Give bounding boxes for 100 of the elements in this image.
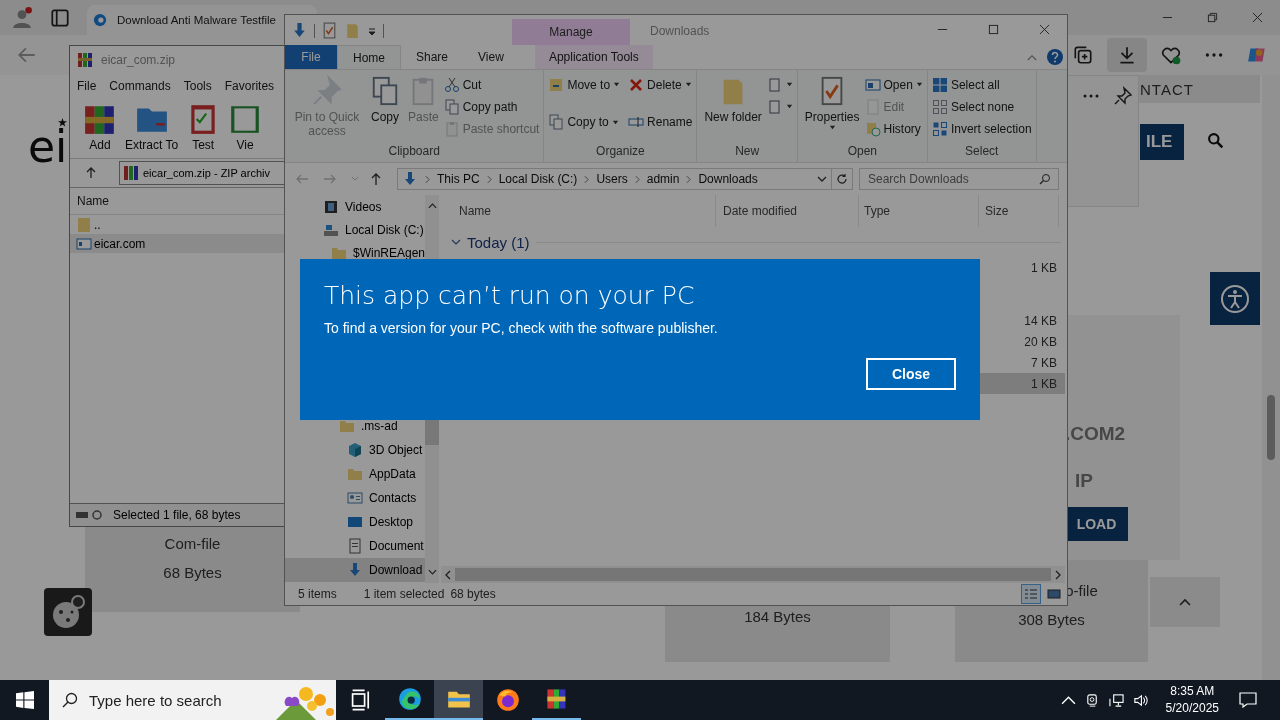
column-header[interactable]: Size	[979, 195, 1059, 227]
column-header[interactable]: Name	[441, 195, 716, 227]
ribbon-button[interactable]: Copy	[367, 73, 403, 144]
scrollbar-thumb[interactable]	[1267, 395, 1275, 460]
taskbar-app[interactable]	[434, 680, 483, 720]
browser-tab[interactable]: Download Anti Malware Testfile	[87, 5, 317, 35]
breadcrumb-item[interactable]: This PC	[437, 172, 480, 186]
group-header[interactable]: Today (1)	[441, 231, 1067, 253]
file-row[interactable]: ..	[70, 215, 284, 234]
ribbon-tab[interactable]: Share	[401, 45, 464, 69]
menu-item[interactable]: Commands	[109, 79, 171, 93]
header-button[interactable]: ILE	[1140, 124, 1184, 160]
dropdown-icon[interactable]	[367, 27, 377, 37]
breadcrumb-item[interactable]: Local Disk (C:)	[498, 172, 578, 186]
menu-item[interactable]: Favorites	[224, 79, 275, 93]
ribbon-button[interactable]: Invert selection	[931, 119, 1032, 138]
edge-icon	[93, 13, 107, 27]
nav-item[interactable]: Contacts	[285, 486, 425, 510]
ribbon-button[interactable]: Cut	[443, 75, 540, 94]
clock[interactable]: 8:35 AM 5/20/2025	[1165, 683, 1219, 717]
collapse-ribbon-icon[interactable]	[1027, 53, 1037, 61]
ribbon-button[interactable]: Copy path	[443, 97, 540, 116]
taskbar-search-field[interactable]: Type here to search	[49, 680, 336, 720]
ribbon-tab[interactable]: View	[463, 45, 519, 69]
path-field[interactable]: eicar_com.zip - ZIP archiv	[119, 161, 284, 185]
cookie-settings-button[interactable]	[44, 588, 92, 636]
address-bar[interactable]: This PC Local Disk (C:) Users admin Downloads	[397, 168, 832, 190]
copy-icon	[548, 114, 565, 130]
ribbon-button[interactable]: Rename	[628, 112, 693, 132]
close-icon[interactable]	[1039, 24, 1050, 35]
ribbon-button[interactable]: New folder	[701, 73, 765, 144]
download-button[interactable]: LOAD	[1065, 507, 1128, 541]
collections-icon[interactable]	[1072, 44, 1094, 66]
ribbon-tab[interactable]: Application Tools	[534, 45, 653, 69]
windows-start-icon[interactable]	[16, 691, 34, 709]
dialog-message: To find a version for your PC, check with the software publisher.	[324, 320, 719, 336]
close-button[interactable]: Close	[866, 358, 956, 390]
toolbar-button[interactable]: Add	[83, 102, 117, 158]
up-arrow-icon[interactable]	[85, 167, 97, 179]
ribbon-button[interactable]: Properties	[801, 73, 863, 144]
downloads-button[interactable]	[1107, 38, 1147, 72]
scrollbar-thumb[interactable]	[455, 568, 1051, 581]
nav-item[interactable]: Download	[285, 558, 425, 582]
breadcrumb-item[interactable]: admin	[646, 172, 680, 186]
properties-icon[interactable]	[321, 22, 338, 39]
maximize-icon[interactable]	[988, 24, 999, 35]
tab-actions-icon[interactable]	[49, 6, 71, 29]
nav-item[interactable]: Desktop	[285, 510, 425, 534]
up-arrow-icon[interactable]	[369, 172, 383, 186]
window-title: eicar_com.zip	[101, 53, 176, 67]
network-icon[interactable]	[1108, 692, 1124, 708]
ribbon-button[interactable]: History	[864, 119, 923, 138]
ribbon-button[interactable]: Copy to	[548, 112, 621, 132]
file-row[interactable]: eicar.com	[70, 234, 284, 253]
toolbar-button[interactable]: Vie	[228, 102, 263, 158]
notifications-icon[interactable]	[1239, 692, 1257, 708]
ribbon-button[interactable]: Open	[864, 75, 923, 94]
scrollbar[interactable]	[1262, 75, 1280, 680]
scrollbar[interactable]	[441, 566, 1065, 583]
dropdown-icon[interactable]	[817, 176, 827, 182]
restore-icon[interactable]	[1207, 12, 1218, 23]
nav-item[interactable]: Local Disk (C:)	[285, 218, 425, 241]
profile-icon[interactable]	[11, 6, 33, 29]
search-icon[interactable]	[1207, 132, 1224, 149]
ribbon-button[interactable]: Select all	[931, 75, 1032, 94]
document-icon	[766, 98, 783, 115]
breadcrumb-item[interactable]: Downloads	[698, 172, 758, 186]
column-header[interactable]: Date modified	[716, 195, 859, 227]
column-header[interactable]: Name	[77, 194, 109, 208]
toolbar-button[interactable]: Extract To	[125, 102, 179, 158]
group-label: Select	[965, 144, 999, 160]
accessibility-button[interactable]	[1210, 272, 1260, 325]
nav-item[interactable]: Videos	[285, 195, 425, 218]
webcam-icon[interactable]	[1084, 692, 1100, 708]
pin-icon[interactable]	[1113, 86, 1133, 106]
help-icon[interactable]	[1047, 49, 1063, 65]
volume-icon[interactable]	[1132, 692, 1148, 708]
search-field[interactable]: Search Downloads	[859, 168, 1059, 190]
nav-link[interactable]: NTACT	[1140, 81, 1194, 98]
search-icon	[1039, 173, 1051, 185]
ribbon-button[interactable]	[766, 97, 793, 116]
breadcrumb-item[interactable]: Users	[596, 172, 628, 186]
toolbar-button[interactable]: Test	[186, 102, 221, 158]
ribbon-button[interactable]: Select none	[931, 97, 1032, 116]
ribbon-button[interactable]: Delete	[628, 75, 693, 94]
column-header[interactable]: Type	[859, 195, 979, 227]
card-title: .COM2	[1065, 423, 1126, 445]
chevron-right-icon	[1055, 569, 1061, 580]
search-icon	[62, 692, 78, 708]
nav-item[interactable]: Document	[285, 534, 425, 558]
ribbon-button[interactable]: Move to	[548, 75, 621, 94]
menu-item[interactable]: File	[77, 79, 97, 93]
ribbon-tab[interactable]: File	[285, 45, 337, 69]
nav-item[interactable]: AppData	[285, 462, 425, 486]
menu-item[interactable]: Tools	[183, 79, 212, 93]
ribbon-tab[interactable]: Home	[337, 45, 401, 69]
refresh-button[interactable]	[831, 168, 853, 190]
ribbon-button[interactable]	[766, 75, 793, 94]
nav-item[interactable]: 3D Object	[285, 438, 425, 462]
close-icon[interactable]	[1252, 12, 1263, 23]
